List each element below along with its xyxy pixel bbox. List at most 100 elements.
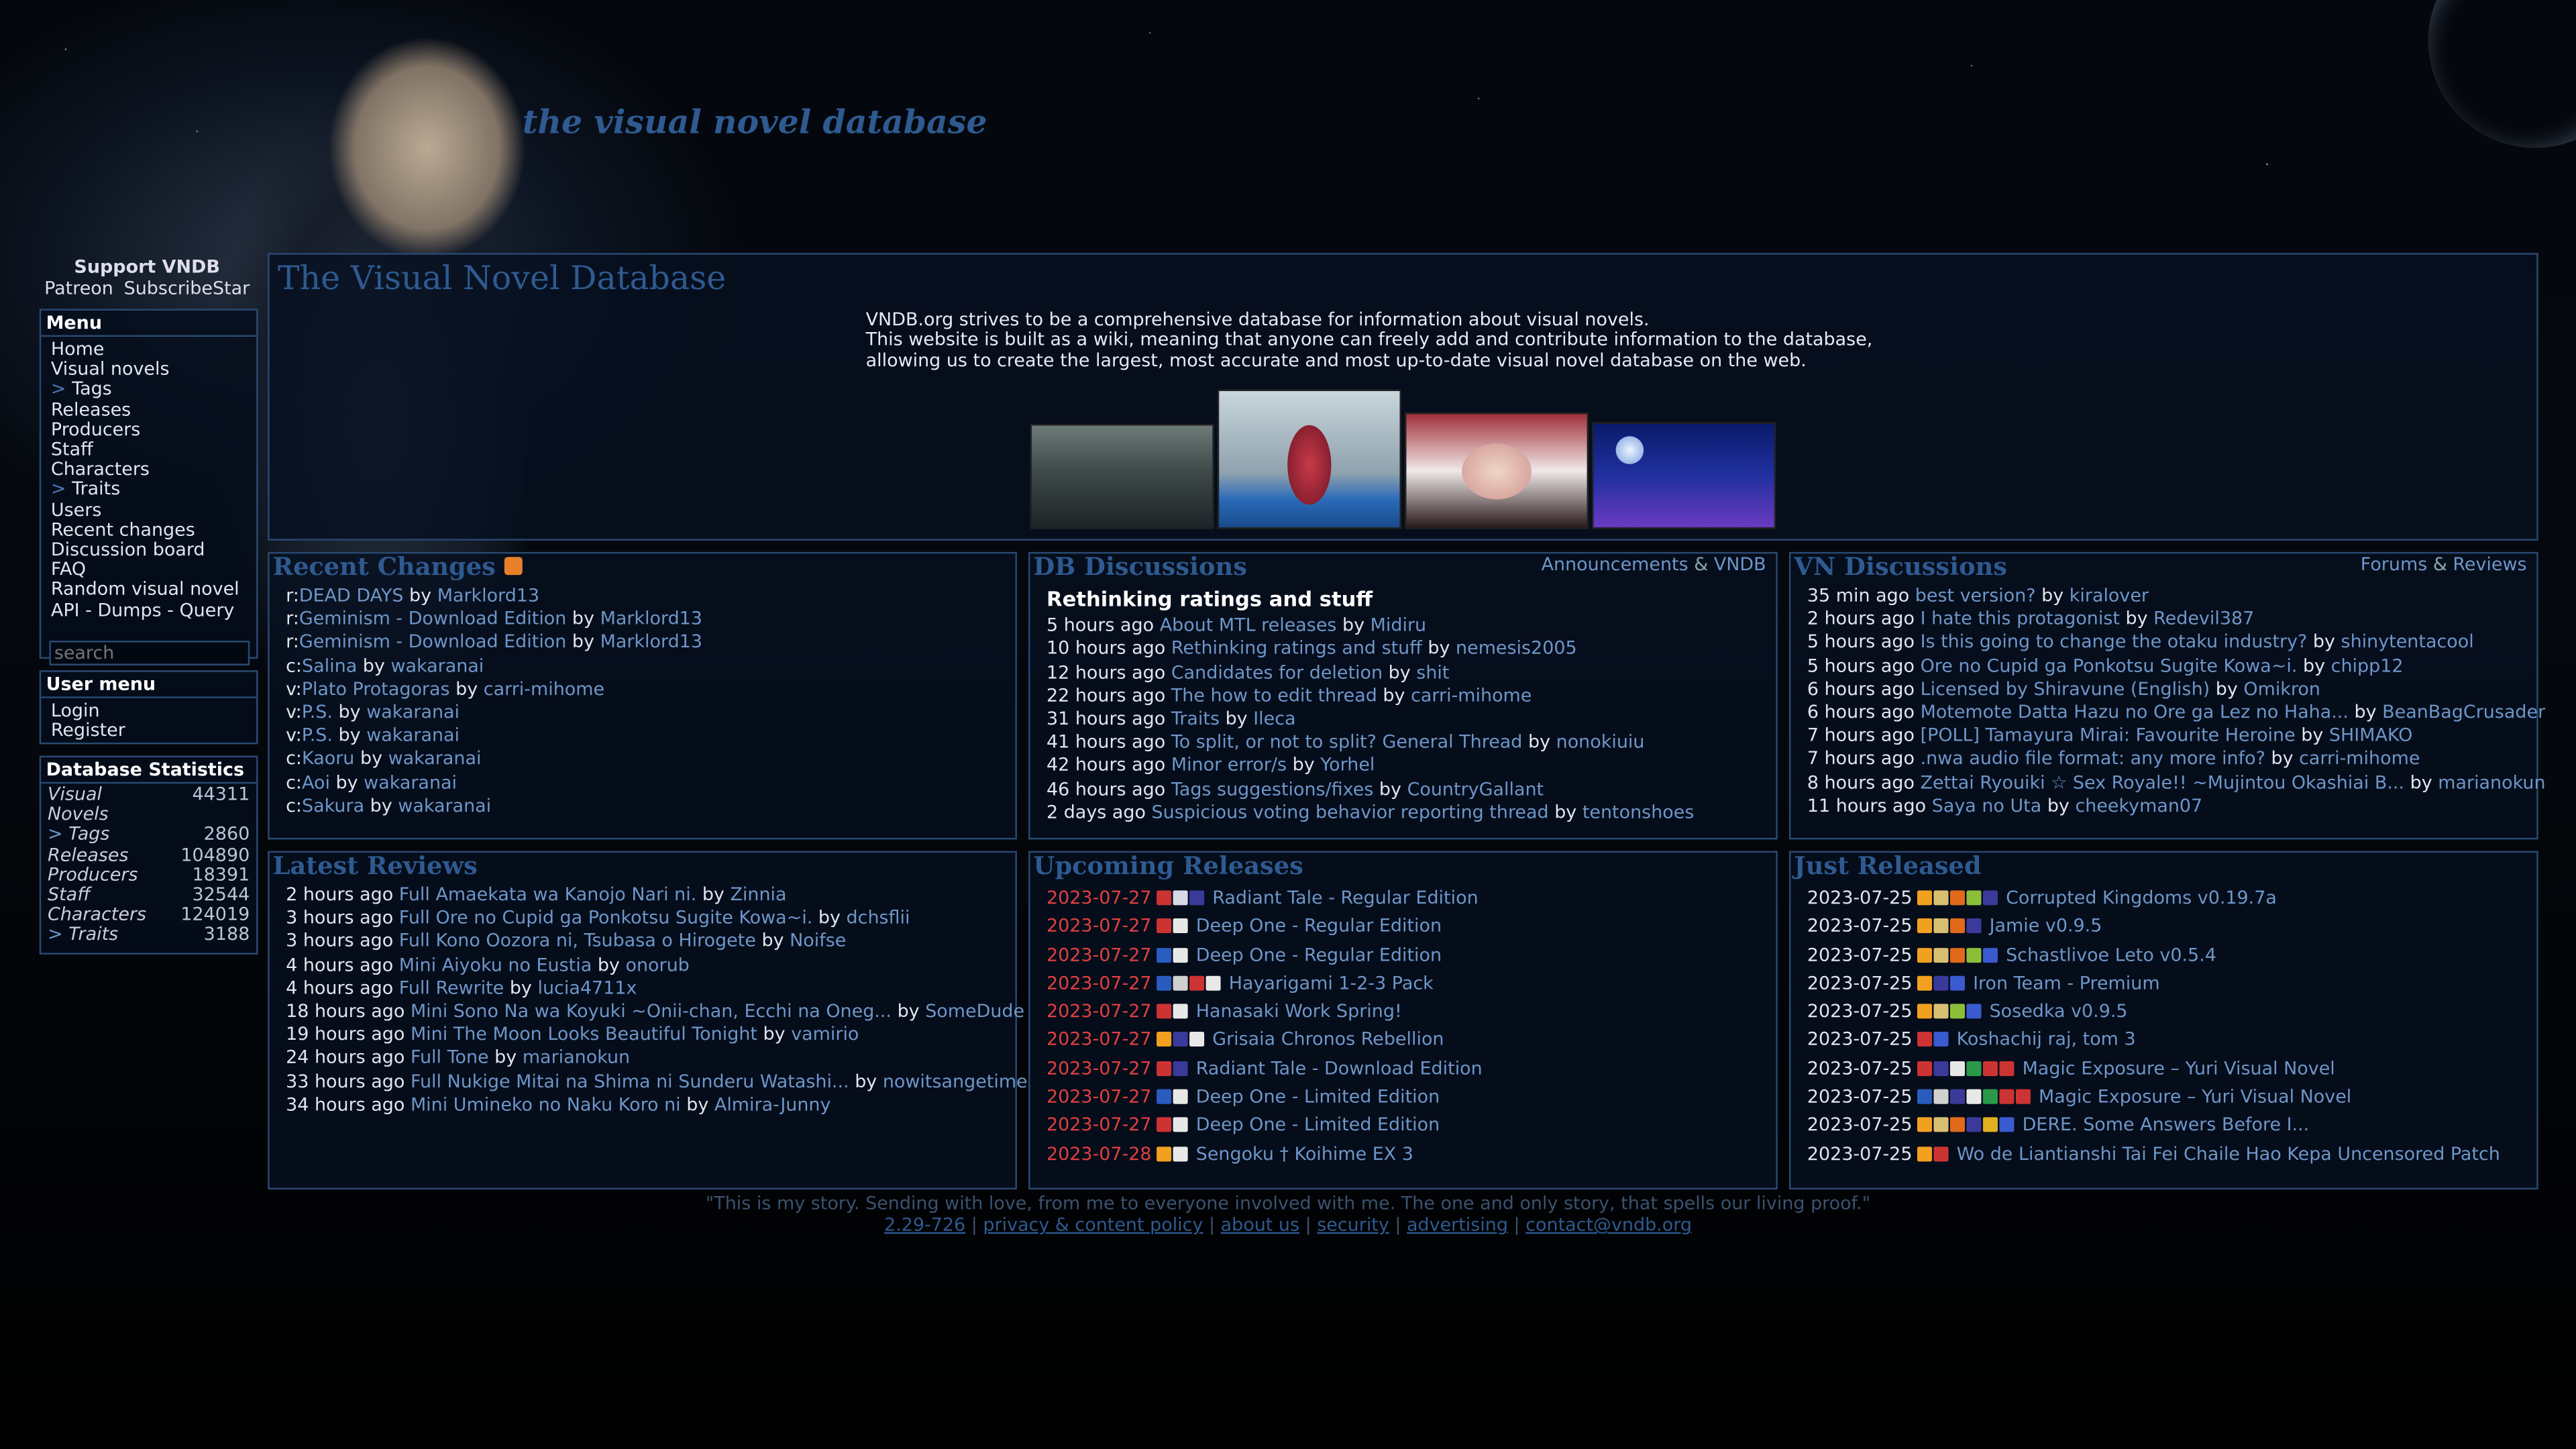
stat-label[interactable]: > Tags bbox=[48, 824, 109, 845]
user-link[interactable]: lucia4711x bbox=[537, 977, 637, 999]
menu-item-visual-novels[interactable]: Visual novels bbox=[51, 359, 256, 380]
user-link[interactable]: Redevil387 bbox=[2153, 608, 2254, 630]
user-link[interactable]: marianokun bbox=[523, 1047, 630, 1069]
change-link[interactable]: DEAD DAYS bbox=[299, 585, 404, 606]
change-link[interactable]: Salina bbox=[302, 655, 357, 676]
review-type-link[interactable]: Full bbox=[399, 930, 430, 952]
thread-link[interactable]: Rethinking ratings and stuff bbox=[1171, 638, 1422, 659]
thread-link[interactable]: Zettai Ryouiki ☆ Sex Royale!! ~Mujintou … bbox=[1921, 771, 2404, 793]
user-link[interactable]: wakaranai bbox=[388, 748, 482, 769]
reviews-link[interactable]: Reviews bbox=[2453, 553, 2526, 575]
thread-link[interactable]: About MTL releases bbox=[1160, 614, 1337, 636]
review-type-link[interactable]: Full bbox=[399, 977, 430, 999]
release-link[interactable]: DERE. Some Answers Before I... bbox=[2023, 1114, 2310, 1136]
release-link[interactable]: Hayarigami 1-2-3 Pack bbox=[1229, 973, 1434, 994]
release-link[interactable]: Hanasaki Work Spring! bbox=[1196, 1001, 1402, 1022]
api-link[interactable]: API bbox=[51, 599, 80, 621]
user-link[interactable]: Yorhel bbox=[1320, 755, 1375, 776]
user-link[interactable]: SHIMAKO bbox=[2329, 725, 2412, 747]
vndb-link[interactable]: VNDB bbox=[1714, 553, 1766, 575]
review-link[interactable]: The Moon Looks Beautiful Tonight bbox=[453, 1024, 757, 1045]
change-link[interactable]: Kaoru bbox=[302, 748, 354, 769]
review-link[interactable]: Ore no Cupid ga Ponkotsu Sugite Kowa~i. bbox=[435, 907, 812, 928]
release-link[interactable]: Schastlivoe Leto v0.5.4 bbox=[2006, 944, 2216, 965]
stat-label[interactable]: Visual Novels bbox=[48, 784, 146, 826]
thread-link[interactable]: Ore no Cupid ga Ponkotsu Sugite Kowa~i. bbox=[1921, 655, 2298, 676]
change-link[interactable]: Geminism - Download Edition bbox=[299, 608, 567, 630]
release-link[interactable]: Magic Exposure – Yuri Visual Novel bbox=[2039, 1086, 2351, 1108]
release-link[interactable]: Deep One - Limited Edition bbox=[1196, 1086, 1440, 1108]
user-link[interactable]: nemesis2005 bbox=[1456, 638, 1577, 659]
advertising-link[interactable]: advertising bbox=[1407, 1214, 1508, 1236]
change-link[interactable]: Sakura bbox=[302, 795, 364, 816]
review-link[interactable]: Tone bbox=[447, 1047, 489, 1069]
user-link[interactable]: Marklord13 bbox=[600, 608, 702, 630]
user-link[interactable]: Marklord13 bbox=[437, 585, 539, 606]
thread-link[interactable]: Is this going to change the otaku indust… bbox=[1921, 631, 2308, 653]
menu-item-tags[interactable]: > Tags bbox=[51, 379, 256, 400]
change-link[interactable]: P.S. bbox=[302, 725, 333, 747]
thread-link[interactable]: .nwa audio file format: any more info? bbox=[1921, 748, 2265, 769]
thread-link[interactable]: Licensed by Shiravune (English) bbox=[1921, 678, 2210, 700]
user-link[interactable]: vamirio bbox=[791, 1024, 859, 1045]
announcements-link[interactable]: Announcements bbox=[1542, 553, 1688, 575]
stat-label[interactable]: > Traits bbox=[48, 924, 118, 946]
review-link[interactable]: Kono Oozora ni, Tsubasa o Hirogete bbox=[435, 930, 755, 952]
release-link[interactable]: Deep One - Regular Edition bbox=[1196, 944, 1442, 965]
screenshot-thumbnail[interactable] bbox=[1217, 389, 1401, 529]
user-link[interactable]: tentonshoes bbox=[1582, 802, 1695, 823]
user-link[interactable]: Omikron bbox=[2243, 678, 2320, 700]
user-link[interactable]: Zinnia bbox=[730, 884, 786, 906]
user-link[interactable]: marianokun bbox=[2438, 771, 2545, 793]
release-link[interactable]: Wo de Liantianshi Tai Fei Chaile Hao Kep… bbox=[1957, 1143, 2500, 1165]
release-link[interactable]: Koshachij raj, tom 3 bbox=[1957, 1029, 2136, 1051]
change-link[interactable]: P.S. bbox=[302, 702, 333, 723]
release-link[interactable]: Iron Team - Premium bbox=[1973, 973, 2159, 994]
menu-item-producers[interactable]: Producers bbox=[51, 419, 256, 440]
featured-thread[interactable]: Rethinking ratings and stuff bbox=[1046, 587, 1776, 612]
rss-icon[interactable] bbox=[504, 557, 523, 576]
menu-item-random-vn[interactable]: Random visual novel bbox=[51, 580, 256, 601]
menu-item-recent-changes[interactable]: Recent changes bbox=[51, 519, 256, 541]
user-link[interactable]: wakaranai bbox=[366, 702, 460, 723]
release-link[interactable]: Grisaia Chronos Rebellion bbox=[1212, 1029, 1444, 1051]
release-link[interactable]: Deep One - Regular Edition bbox=[1196, 916, 1442, 937]
contact-link[interactable]: contact@vndb.org bbox=[1525, 1214, 1692, 1236]
review-link[interactable]: Rewrite bbox=[435, 977, 504, 999]
release-link[interactable]: Corrupted Kingdoms v0.19.7a bbox=[2006, 887, 2277, 908]
menu-item-users[interactable]: Users bbox=[51, 499, 256, 521]
user-link[interactable]: carri-mihome bbox=[2299, 748, 2420, 769]
thread-link[interactable]: Candidates for deletion bbox=[1171, 661, 1383, 683]
user-link[interactable]: nonokiuiu bbox=[1556, 731, 1645, 753]
query-link[interactable]: Query bbox=[179, 599, 234, 621]
thread-link[interactable]: Tags suggestions/fixes bbox=[1171, 778, 1374, 800]
menu-item-home[interactable]: Home bbox=[51, 339, 256, 360]
forums-link[interactable]: Forums bbox=[2361, 553, 2427, 575]
screenshot-thumbnail[interactable] bbox=[1030, 423, 1214, 529]
user-link[interactable]: Noifse bbox=[790, 930, 846, 952]
thread-link[interactable]: Suspicious voting behavior reporting thr… bbox=[1152, 802, 1549, 823]
stat-label[interactable]: Staff bbox=[48, 884, 91, 906]
user-link[interactable]: nowitsangetime bbox=[883, 1071, 1028, 1092]
review-type-link[interactable]: Mini bbox=[411, 1094, 447, 1116]
review-link[interactable]: Amaekata wa Kanojo Nari ni. bbox=[435, 884, 696, 906]
thread-link[interactable]: [POLL] Tamayura Mirai: Favourite Heroine bbox=[1921, 725, 2296, 747]
menu-item-faq[interactable]: FAQ bbox=[51, 559, 256, 581]
user-link[interactable]: dchsflii bbox=[847, 907, 910, 928]
version-link[interactable]: 2.29-726 bbox=[884, 1214, 965, 1236]
login-link[interactable]: Login bbox=[51, 700, 256, 722]
menu-item-staff[interactable]: Staff bbox=[51, 439, 256, 460]
site-logo[interactable]: the visual novel database bbox=[523, 102, 987, 142]
menu-item-traits[interactable]: > Traits bbox=[51, 480, 256, 500]
change-link[interactable]: Plato Protagoras bbox=[302, 678, 450, 700]
review-link[interactable]: Sono Na wa Koyuki ~Onii-chan, Ecchi na O… bbox=[453, 1000, 892, 1022]
about-link[interactable]: about us bbox=[1221, 1214, 1299, 1236]
stat-label[interactable]: Releases bbox=[48, 845, 129, 865]
release-link[interactable]: Jamie v0.9.5 bbox=[1990, 916, 2102, 937]
review-type-link[interactable]: Mini bbox=[411, 1024, 447, 1045]
recent-changes-title[interactable]: Recent Changes bbox=[270, 553, 1016, 582]
menu-item-characters[interactable]: Characters bbox=[51, 460, 256, 480]
thread-link[interactable]: Saya no Uta bbox=[1932, 795, 2042, 816]
user-link[interactable]: wakaranai bbox=[364, 771, 457, 793]
user-link[interactable]: wakaranai bbox=[366, 725, 460, 747]
